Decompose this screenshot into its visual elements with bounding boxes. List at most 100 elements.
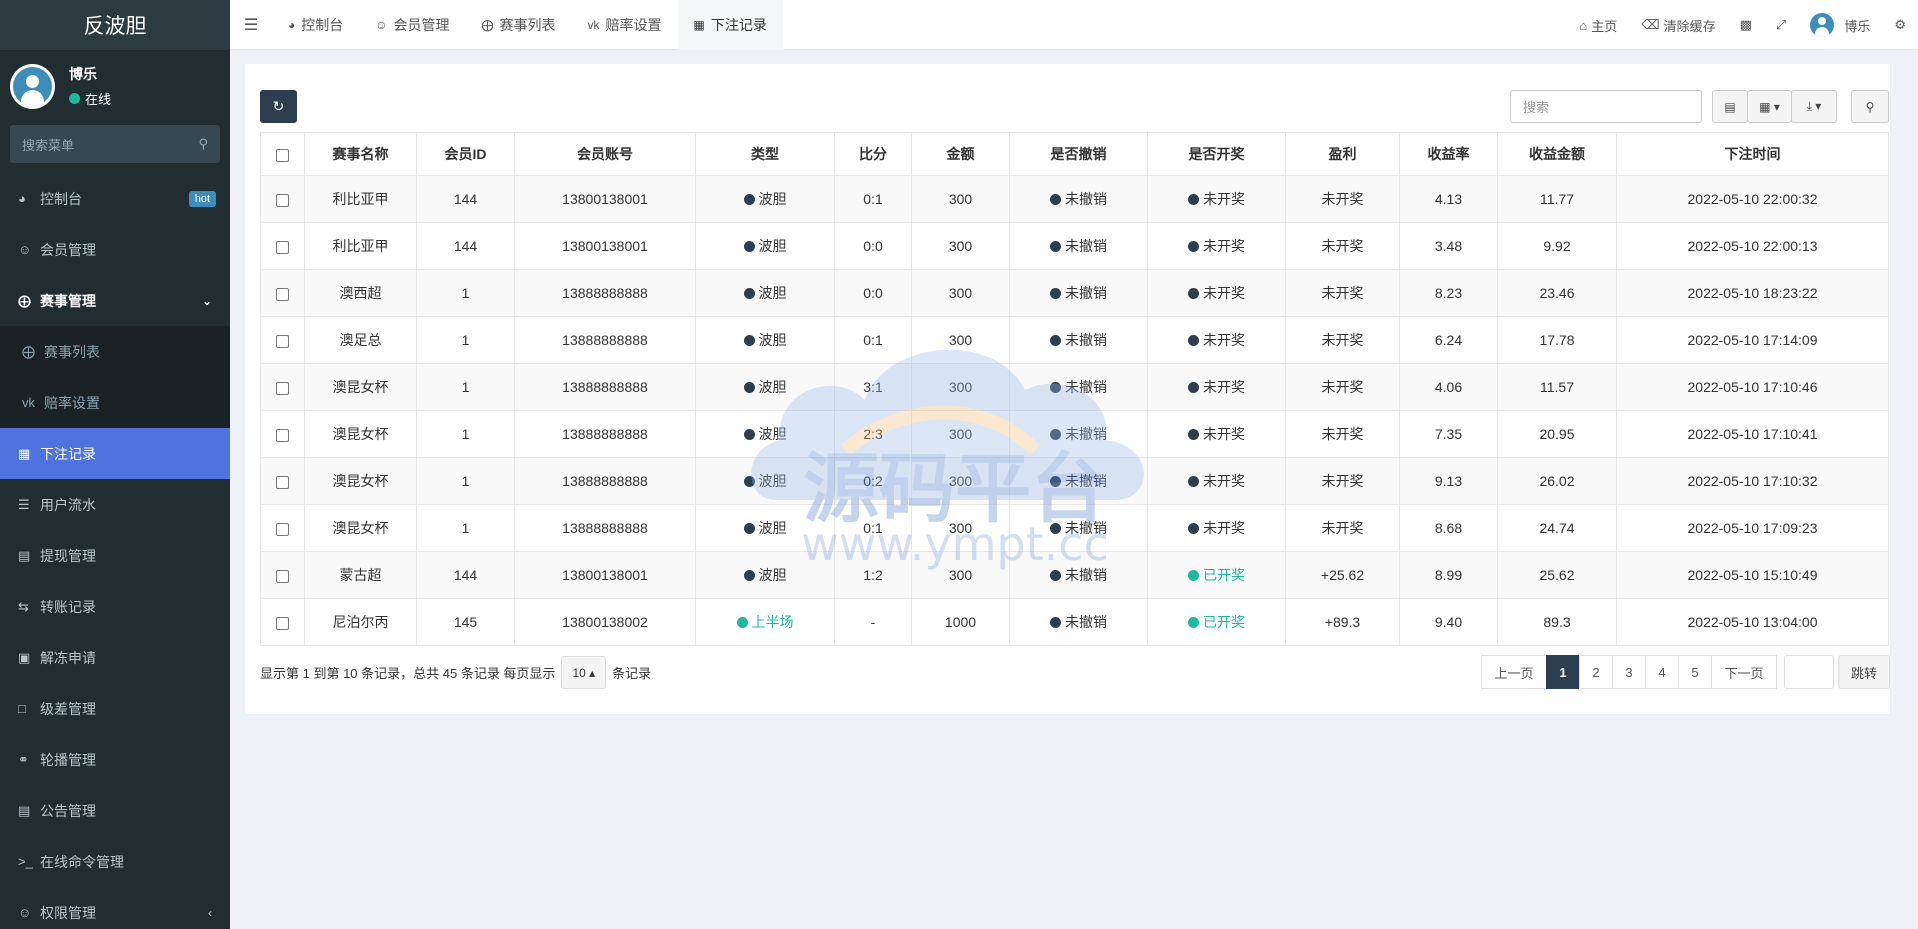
users-icon: ☺: [375, 17, 388, 32]
status-badge: 波胆: [744, 283, 787, 303]
col-cancelled[interactable]: 是否撤销: [1009, 132, 1148, 176]
hot-badge: hot: [188, 190, 216, 207]
col-yield-amount[interactable]: 收益金额: [1497, 132, 1617, 176]
user-menu[interactable]: 博乐: [1798, 0, 1882, 50]
page-button-3[interactable]: 3: [1612, 655, 1646, 689]
table-row[interactable]: 尼泊尔丙 145 13800138002 上半场 -1000 未撤销 已开奖 +89.3 9.4…: [260, 598, 1889, 646]
col-member-id[interactable]: 会员ID: [416, 132, 515, 176]
sidebar-item-events[interactable]: ⨁ 赛事管理 ⌄: [0, 275, 230, 326]
status-badge: 未开奖: [1188, 377, 1245, 397]
row-checkbox-cell[interactable]: [260, 316, 305, 364]
sidebar-item-transfer[interactable]: ⇆ 转账记录: [0, 581, 230, 632]
table-row[interactable]: 澳足总 1 13888888888 波胆 0:1 300 未撤销 未开奖 未开奖 6.24 17.7…: [260, 316, 1889, 364]
fullscreen-icon[interactable]: ⤢: [1764, 0, 1798, 50]
chevron-left-icon: ‹: [208, 905, 212, 920]
page-button-1[interactable]: 1: [1546, 655, 1580, 689]
row-checkbox-cell[interactable]: [260, 457, 305, 505]
page-button-2[interactable]: 2: [1579, 655, 1613, 689]
table-search-input[interactable]: 搜索: [1510, 90, 1702, 123]
sidebar-item-members[interactable]: ☺ 会员管理: [0, 224, 230, 275]
col-score[interactable]: 比分: [834, 132, 912, 176]
app-logo[interactable]: 反波胆: [0, 0, 230, 50]
tab-odds[interactable]: vk 赔率设置: [572, 0, 678, 50]
sidebar-item-bets[interactable]: ▦ 下注记录: [0, 428, 230, 479]
row-checkbox[interactable]: [276, 287, 289, 301]
home-link[interactable]: ⌂ 主页: [1567, 0, 1629, 50]
sidebar-item-commands[interactable]: >_ 在线命令管理: [0, 836, 230, 887]
sidebar-item-permissions[interactable]: ☺ 权限管理 ‹: [0, 887, 230, 929]
row-checkbox[interactable]: [276, 334, 289, 348]
select-all-checkbox[interactable]: [276, 148, 289, 162]
sidebar-item-user-flow[interactable]: ☰ 用户流水: [0, 479, 230, 530]
sidebar-item-dashboard[interactable]: ◕ 控制台 hot: [0, 173, 230, 224]
row-checkbox[interactable]: [276, 475, 289, 489]
sidebar-item-notices[interactable]: ▤ 公告管理: [0, 785, 230, 836]
col-profit[interactable]: 盈利: [1285, 132, 1400, 176]
sidebar-item-tiers[interactable]: □ 级差管理: [0, 683, 230, 734]
row-checkbox[interactable]: [276, 428, 289, 442]
table-row[interactable]: 澳昆女杯 1 13888888888 波胆 0:2 300 未撤销 未开奖 未开奖 9.13 26.…: [260, 457, 1889, 505]
tab-bets[interactable]: ▦ 下注记录: [677, 0, 783, 50]
row-checkbox[interactable]: [276, 381, 289, 395]
row-checkbox-cell[interactable]: [260, 504, 305, 552]
sidebar: 反波胆 博乐 在线 搜索菜单 ⚲ ◕ 控制台 hot ☺ 会员管理 ⨁ 赛事管理 ⌄ ⨁ 赛…: [0, 0, 230, 929]
tab-event-list[interactable]: ⨁ 赛事列表: [466, 0, 572, 50]
toggle-view-button[interactable]: ▤: [1712, 90, 1748, 123]
search-icon[interactable]: ⚲: [198, 136, 208, 152]
table-row[interactable]: 澳昆女杯 1 13888888888 波胆 0:1 300 未撤销 未开奖 未开奖 8.68 24.…: [260, 504, 1889, 552]
col-event-name[interactable]: 赛事名称: [304, 132, 417, 176]
sidebar-item-carousel[interactable]: ⚭ 轮播管理: [0, 734, 230, 785]
row-checkbox-cell[interactable]: [260, 410, 305, 458]
tab-members[interactable]: ☺ 会员管理: [359, 0, 465, 50]
tab-dashboard[interactable]: ◕ 控制台: [272, 0, 359, 50]
refresh-button[interactable]: ↻: [260, 90, 297, 123]
row-checkbox-cell[interactable]: [260, 222, 305, 270]
page-button-5[interactable]: 5: [1678, 655, 1712, 689]
row-checkbox-cell[interactable]: [260, 551, 305, 599]
row-checkbox[interactable]: [276, 569, 289, 583]
row-checkbox[interactable]: [276, 240, 289, 254]
jump-button[interactable]: 跳转: [1838, 655, 1890, 689]
jump-page-input[interactable]: [1784, 655, 1834, 689]
row-checkbox-cell[interactable]: [260, 363, 305, 411]
col-yield-rate[interactable]: 收益率: [1399, 132, 1498, 176]
table-row[interactable]: 利比亚甲 144 13800138001 波胆 0:1 300 未撤销 未开奖 未开奖 4.13 1…: [260, 175, 1889, 223]
row-checkbox-cell[interactable]: [260, 269, 305, 317]
chevron-down-icon: ⌄: [201, 293, 212, 308]
col-member-account[interactable]: 会员账号: [514, 132, 696, 176]
menu-toggle-icon[interactable]: ☰: [230, 0, 272, 50]
col-bet-time[interactable]: 下注时间: [1616, 132, 1889, 176]
status-badge: 未撤销: [1050, 189, 1107, 209]
sidebar-item-event-list[interactable]: ⨁ 赛事列表: [0, 326, 230, 377]
clear-cache-button[interactable]: ⌫ 清除缓存: [1629, 0, 1727, 50]
select-all-checkbox-cell[interactable]: [260, 132, 305, 176]
columns-button[interactable]: ▦ ▾: [1747, 90, 1792, 123]
table-row[interactable]: 澳昆女杯 1 13888888888 波胆 3:1 300 未撤销 未开奖 未开奖 4.06 11.…: [260, 363, 1889, 411]
advanced-search-button[interactable]: ⚲: [1851, 90, 1889, 123]
row-checkbox[interactable]: [276, 616, 289, 630]
col-drawn[interactable]: 是否开奖: [1147, 132, 1286, 176]
settings-icon[interactable]: ⚙: [1882, 0, 1918, 50]
export-button[interactable]: ⤓ ▾: [1791, 90, 1837, 123]
table-row[interactable]: 澳西超 1 13888888888 波胆 0:0 300 未撤销 未开奖 未开奖 8.23 23.4…: [260, 269, 1889, 317]
table-row[interactable]: 蒙古超 144 13800138001 波胆 1:2 300 未撤销 已开奖 +25.62 8.9…: [260, 551, 1889, 599]
cell-yield-rate: 6.24: [1399, 316, 1498, 364]
row-checkbox[interactable]: [276, 193, 289, 207]
col-type[interactable]: 类型: [695, 132, 835, 176]
next-page-button[interactable]: 下一页: [1711, 655, 1777, 689]
sidebar-item-unfreeze[interactable]: ▣ 解冻申请: [0, 632, 230, 683]
table-row[interactable]: 利比亚甲 144 13800138001 波胆 0:0 300 未撤销 未开奖 未开奖 3.48 9…: [260, 222, 1889, 270]
row-checkbox-cell[interactable]: [260, 598, 305, 646]
table-row[interactable]: 澳昆女杯 1 13888888888 波胆 2:3 300 未撤销 未开奖 未开奖 7.35 20.…: [260, 410, 1889, 458]
sidebar-item-withdraw[interactable]: ▤ 提现管理: [0, 530, 230, 581]
sidebar-item-odds[interactable]: vk 赔率设置: [0, 377, 230, 428]
translate-icon[interactable]: ▩: [1728, 0, 1764, 50]
image-icon: ▣: [18, 649, 31, 665]
sidebar-search-input[interactable]: 搜索菜单 ⚲: [10, 125, 220, 163]
row-checkbox-cell[interactable]: [260, 175, 305, 223]
page-button-4[interactable]: 4: [1645, 655, 1679, 689]
col-amount[interactable]: 金额: [911, 132, 1010, 176]
page-size-dropdown[interactable]: 10 ▴: [561, 656, 607, 689]
prev-page-button[interactable]: 上一页: [1481, 655, 1547, 689]
row-checkbox[interactable]: [276, 522, 289, 536]
